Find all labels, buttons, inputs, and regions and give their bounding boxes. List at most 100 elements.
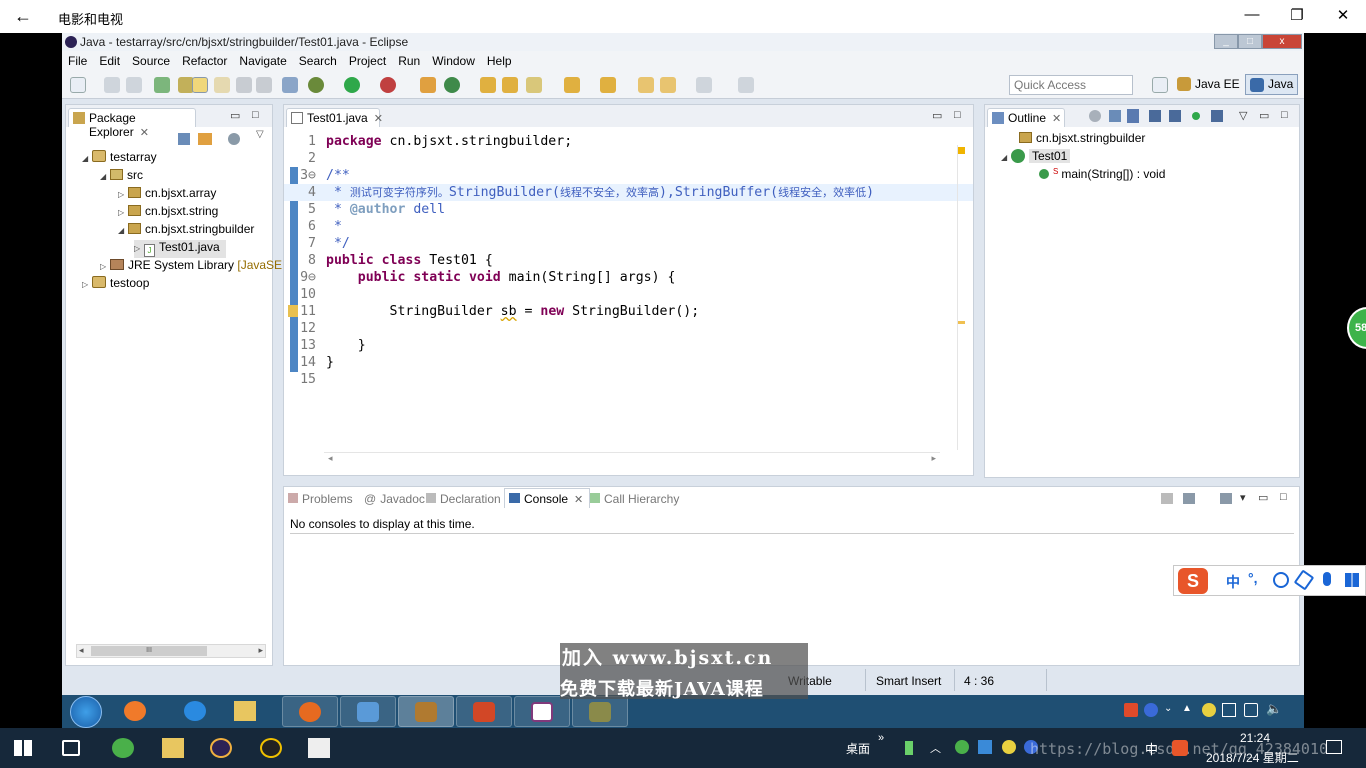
- perspective-java[interactable]: Java: [1245, 74, 1299, 95]
- tree-item-jre-system-library[interactable]: ▷ JRE System Library [JavaSE: [100, 258, 282, 276]
- tab-call-hierarchy[interactable]: Call Hierarchy: [590, 492, 679, 506]
- edit-icon[interactable]: [214, 77, 230, 93]
- open-folder-icon[interactable]: [480, 77, 496, 93]
- skip-breakpoints-icon[interactable]: [282, 77, 298, 93]
- menu-file[interactable]: File: [62, 51, 93, 68]
- maximize-editor-button[interactable]: □: [954, 109, 961, 121]
- link-with-editor-icon[interactable]: [198, 133, 212, 145]
- firefox-taskbar-button[interactable]: [282, 696, 338, 727]
- close-tab-icon[interactable]: ✕: [1052, 113, 1061, 125]
- remote-desktop-taskbar-button[interactable]: [340, 696, 396, 727]
- scroll-left-icon[interactable]: ◂: [79, 645, 84, 656]
- volume-icon[interactable]: 🔈: [1266, 701, 1282, 717]
- sogou-tray-icon[interactable]: [1124, 703, 1138, 717]
- menu-navigate[interactable]: Navigate: [233, 51, 292, 68]
- windows-start-icon[interactable]: [14, 740, 32, 756]
- hide-fields-icon[interactable]: [1149, 110, 1161, 122]
- collapse-arrow-icon[interactable]: ▷: [134, 244, 144, 253]
- show-hidden-icons-icon[interactable]: ︿: [930, 740, 941, 756]
- outline-item-main[interactable]: Smain(String[]) : void: [1039, 167, 1165, 185]
- collapse-all-icon[interactable]: [178, 133, 190, 145]
- warning-icon[interactable]: [288, 305, 298, 317]
- menu-help[interactable]: Help: [481, 51, 518, 68]
- expand-arrow-icon[interactable]: ◢: [118, 226, 128, 235]
- editor-horizontal-scrollbar[interactable]: ◂ ▸: [324, 452, 940, 463]
- eclipse-app-icon[interactable]: [210, 738, 232, 758]
- tree-item-cn-bjsxt-stringbuilder[interactable]: ◢ cn.bjsxt.stringbuilder: [118, 222, 254, 240]
- notifications-icon[interactable]: [1326, 740, 1342, 754]
- save-icon[interactable]: [104, 77, 120, 93]
- minimize-button[interactable]: —: [1237, 6, 1267, 23]
- focus-on-active-task-icon[interactable]: [228, 133, 240, 145]
- run-icon[interactable]: [344, 77, 360, 93]
- scroll-thumb[interactable]: III: [91, 646, 207, 656]
- tray-add-icon[interactable]: [1002, 740, 1016, 754]
- eclipse-taskbar-button[interactable]: [398, 696, 454, 727]
- file-explorer-icon[interactable]: [234, 701, 256, 721]
- toolbar-chevron-icon[interactable]: »: [878, 732, 884, 744]
- tab-test01-java[interactable]: Test01.java ✕: [286, 108, 383, 127]
- expand-arrow-icon[interactable]: ◢: [100, 172, 110, 181]
- save-all-icon[interactable]: [126, 77, 142, 93]
- status-insert-mode[interactable]: Smart Insert: [876, 674, 941, 688]
- hide-non-public-icon[interactable]: [1192, 112, 1200, 120]
- focus-icon[interactable]: [1089, 110, 1101, 122]
- minimize-view-button[interactable]: ▭: [1259, 109, 1269, 122]
- ime-language-toggle[interactable]: 中: [1226, 572, 1240, 592]
- tree-item-test01-java[interactable]: ▷ J Test01.java: [134, 240, 226, 258]
- horizontal-scrollbar[interactable]: ◂ III ▸: [76, 644, 266, 658]
- hide-static-icon[interactable]: [1169, 110, 1181, 122]
- help-tray-icon[interactable]: [1144, 703, 1158, 717]
- close-tab-icon[interactable]: ✕: [574, 494, 583, 506]
- start-orb-icon[interactable]: [70, 696, 102, 728]
- tab-declaration[interactable]: Declaration: [426, 492, 501, 506]
- view-menu-icon[interactable]: ▽: [1239, 109, 1247, 122]
- pin-console-icon[interactable]: [1161, 493, 1173, 504]
- hide-local-types-icon[interactable]: [1211, 110, 1223, 122]
- battery-icon[interactable]: [905, 741, 913, 755]
- tree-item-src[interactable]: ◢ src: [100, 168, 143, 186]
- display-selected-console-icon[interactable]: [1183, 493, 1195, 504]
- scroll-right-icon[interactable]: ▸: [258, 645, 263, 656]
- tray-overflow-icon[interactable]: ⌄: [1164, 703, 1172, 714]
- new-icon[interactable]: [70, 77, 86, 93]
- menu-run[interactable]: Run: [392, 51, 426, 68]
- new-class-icon[interactable]: [444, 77, 460, 93]
- tab-problems[interactable]: Problems: [288, 492, 353, 506]
- perspective-java-ee[interactable]: Java EE: [1177, 77, 1240, 91]
- debug-icon[interactable]: [308, 77, 324, 93]
- overview-warning-marker[interactable]: [958, 147, 965, 154]
- scroll-right-icon[interactable]: ▸: [931, 453, 936, 464]
- ime-language-indicator[interactable]: 中: [1145, 739, 1158, 758]
- maximize-view-button[interactable]: □: [1280, 491, 1287, 503]
- scroll-left-icon[interactable]: ◂: [328, 453, 333, 464]
- handwriting-icon[interactable]: [1293, 569, 1315, 591]
- back-icon[interactable]: [660, 77, 676, 93]
- pin-editor-icon[interactable]: [738, 77, 754, 93]
- next-annotation-icon[interactable]: [564, 77, 580, 93]
- maximize-view-button[interactable]: □: [1281, 109, 1288, 121]
- collapse-all-icon[interactable]: [1109, 110, 1121, 122]
- file-explorer-icon[interactable]: [162, 738, 184, 758]
- tray-app-icon[interactable]: [978, 740, 992, 754]
- eclipse-minimize-button[interactable]: _: [1214, 34, 1238, 49]
- close-tab-icon[interactable]: ✕: [374, 113, 383, 125]
- action-center-icon[interactable]: [1222, 703, 1236, 717]
- collapse-arrow-icon[interactable]: ▷: [100, 262, 110, 271]
- quick-access-input[interactable]: Quick Access: [1009, 75, 1133, 95]
- internet-explorer-icon[interactable]: [184, 701, 206, 721]
- open-file-icon[interactable]: [502, 77, 518, 93]
- block-selection-icon[interactable]: [256, 77, 272, 93]
- ime-punctuation-toggle[interactable]: °,: [1248, 570, 1258, 586]
- show-hidden-icons-icon[interactable]: ▲: [1182, 703, 1192, 714]
- eclipse-maximize-button[interactable]: □: [1238, 34, 1262, 49]
- microphone-icon[interactable]: [1323, 572, 1331, 586]
- network-icon[interactable]: [1244, 703, 1258, 717]
- emoji-icon[interactable]: [1273, 572, 1289, 588]
- menu-search[interactable]: Search: [293, 51, 343, 68]
- menu-project[interactable]: Project: [343, 51, 392, 68]
- toggle-mark-occurrences-icon[interactable]: [192, 77, 208, 93]
- outline-item-test01[interactable]: ◢ Test01: [1001, 149, 1071, 167]
- open-type-icon[interactable]: [154, 77, 170, 93]
- tab-outline[interactable]: Outline ✕: [987, 108, 1065, 127]
